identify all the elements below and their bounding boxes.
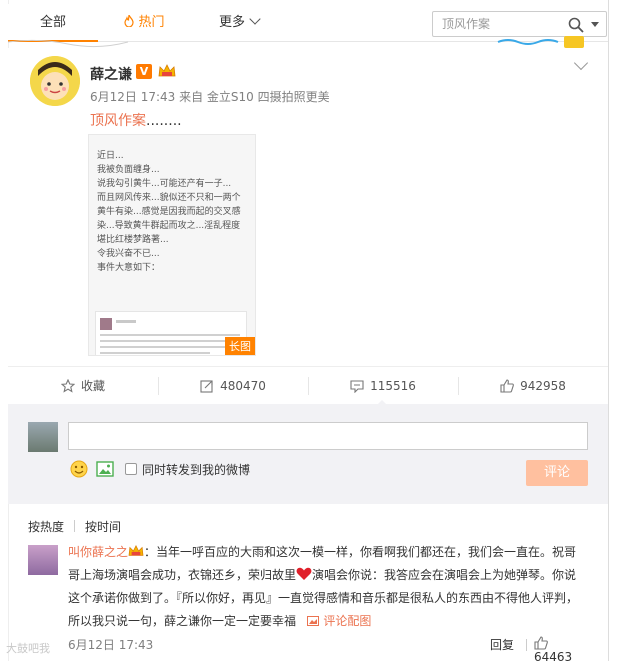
image-text-line: 近日... <box>97 151 124 161</box>
crown-icon[interactable] <box>158 63 176 79</box>
comment-input[interactable] <box>68 422 588 450</box>
comment-icon <box>350 380 364 394</box>
crown-icon[interactable] <box>128 544 144 558</box>
chevron-down-icon <box>249 13 261 25</box>
comment-text: 叫你薛之之 ：当年一呼百应的大雨和这次一模一样，你看啊我们都还在，我们会一直在。祝… <box>68 541 588 633</box>
emoji-icon[interactable] <box>70 460 88 478</box>
author-name[interactable]: 薛之谦 <box>90 64 132 84</box>
search-icon[interactable] <box>568 17 584 33</box>
sort-by-hot[interactable]: 按热度 <box>28 520 64 534</box>
comment-sort-bar: 按热度 按时间 <box>28 518 127 535</box>
sort-by-time[interactable]: 按时间 <box>85 520 121 534</box>
flame-icon <box>124 15 135 27</box>
verified-badge[interactable]: V <box>136 64 152 79</box>
sort-divider <box>74 520 76 532</box>
favorite-button[interactable]: 收藏 <box>8 367 158 405</box>
search-input[interactable] <box>433 12 553 36</box>
commenter-avatar[interactable] <box>28 545 58 575</box>
image-text-line: 染...导致黄牛群起而攻之...淫乱程度 <box>97 221 241 231</box>
image-text-line: 黄牛有染...感觉是因我而起的交叉感 <box>97 207 241 217</box>
forward-checkbox-label: 同时转发到我的微博 <box>142 463 251 477</box>
long-image-tag: 长图 <box>225 337 255 355</box>
forward-icon <box>200 380 213 393</box>
image-text-line: 堪比红楼梦路著... <box>97 235 169 245</box>
image-text-line: 我被负面缠身... <box>97 165 160 175</box>
author-avatar[interactable] <box>30 56 80 106</box>
star-icon <box>60 378 76 393</box>
topic-link[interactable]: 顶风作案 <box>90 113 146 129</box>
comment-like-button[interactable]: 64463 <box>534 636 588 661</box>
favorite-label: 收藏 <box>80 379 105 393</box>
forward-count: 480470 <box>220 379 266 393</box>
image-upload-icon[interactable] <box>96 461 114 477</box>
commenter-name[interactable]: 叫你薛之之 <box>68 545 128 559</box>
comment-image-link-label: 评论配图 <box>323 614 372 628</box>
forward-button[interactable]: 480470 <box>158 367 308 405</box>
post-menu-chevron-icon[interactable] <box>573 55 589 71</box>
comment-composer: 同时转发到我的微博 评论 <box>8 404 608 504</box>
heart-icon <box>296 567 312 580</box>
long-image-thumbnail[interactable]: 近日... 我被负面缠身... 说我勾引黄牛...可能还产有一子... 而且网风… <box>88 134 256 356</box>
comment-time: 6月12日 17:43 <box>68 638 154 652</box>
post-action-bar: 收藏 480470 115516 942958 <box>8 366 608 406</box>
thumbs-up-icon <box>500 379 514 393</box>
post-text: 顶风作案........ <box>90 110 182 130</box>
image-text-line: 事件大意如下： <box>97 263 161 273</box>
search-box <box>432 11 607 37</box>
thumbs-up-icon <box>534 636 548 650</box>
submit-comment-button[interactable]: 评论 <box>526 460 588 486</box>
search-scope-dropdown-icon[interactable] <box>591 22 599 27</box>
weibo-post-card: 薛之谦 V 6月12日 17:43 来自 金立S10 四摄拍照更美 顶风作案..… <box>8 48 608 403</box>
cartoon-face-icon <box>30 56 80 106</box>
image-text-line: 令我兴奋不已... <box>97 249 160 259</box>
comment-like-count: 64463 <box>534 650 573 661</box>
right-border <box>608 0 609 661</box>
my-avatar[interactable] <box>28 422 58 452</box>
image-text-line: 说我勾引黄牛...可能还产有一子... <box>97 179 232 189</box>
comment-count: 115516 <box>370 379 416 393</box>
comment-footer: 6月12日 17:43 回复 64463 <box>68 636 588 661</box>
footer-divider <box>526 639 527 651</box>
image-text-line: 而且网风传来...貌似还不只和一两个 <box>97 193 241 203</box>
image-icon <box>307 616 320 626</box>
tab-all-label: 全部 <box>39 15 66 30</box>
reply-button[interactable]: 回复 <box>490 636 514 653</box>
watermark: 大鼓吧我 <box>6 642 50 655</box>
like-button[interactable]: 942958 <box>458 367 608 405</box>
post-text-suffix: ........ <box>146 113 182 129</box>
forward-checkbox[interactable] <box>125 463 137 475</box>
tab-hot-label: 热门 <box>138 15 165 30</box>
like-count: 942958 <box>520 379 566 393</box>
tab-more-label: 更多 <box>218 15 245 30</box>
comment-image-link[interactable]: 评论配图 <box>300 614 371 628</box>
post-meta: 6月12日 17:43 来自 金立S10 四摄拍照更美 <box>90 90 330 104</box>
comment-button[interactable]: 115516 <box>308 367 458 406</box>
